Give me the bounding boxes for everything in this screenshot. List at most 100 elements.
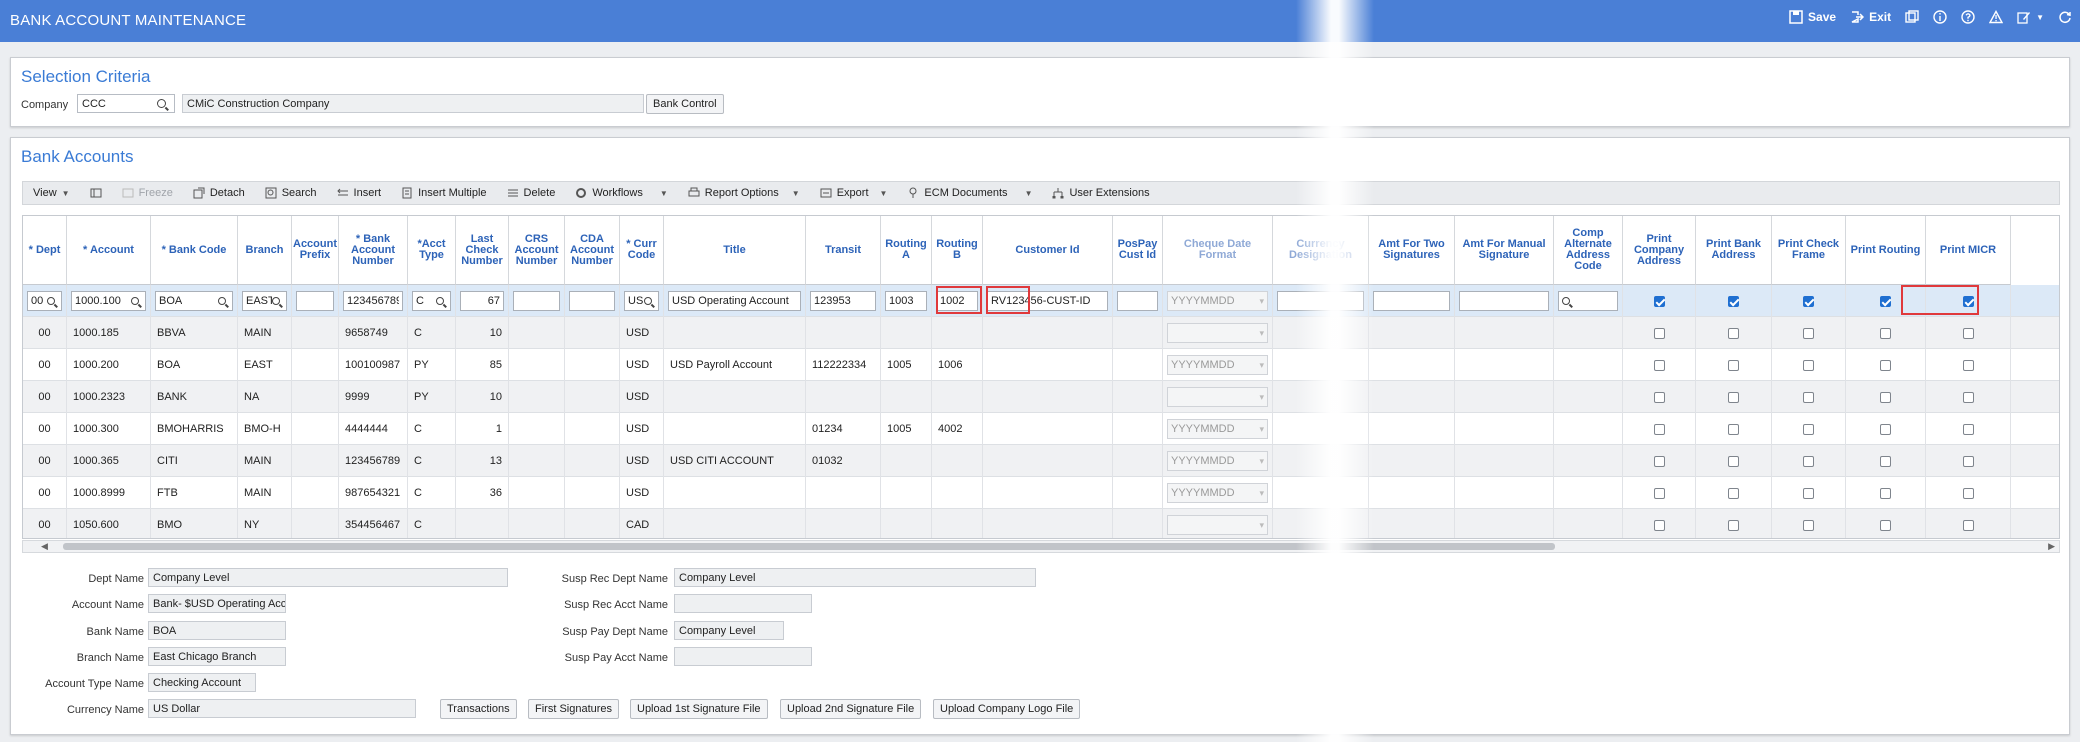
- cell-branch[interactable]: MAIN: [238, 317, 292, 349]
- bank-code-input[interactable]: BOA: [155, 291, 233, 311]
- table-row[interactable]: 00 1000.8999 FTB MAIN 987654321 C 36 USD YYYYMMD…: [23, 477, 2059, 509]
- cell-dept[interactable]: 00: [23, 381, 67, 413]
- cell-bank-account-number[interactable]: 987654321: [339, 477, 408, 509]
- save-button[interactable]: Save: [1789, 10, 1836, 24]
- comp-alt-address-code-input[interactable]: [1558, 291, 1618, 311]
- company-field[interactable]: CCC: [77, 94, 175, 113]
- cell-currency-designation[interactable]: [1273, 349, 1369, 381]
- cell-pospay-cust-id[interactable]: [1113, 285, 1163, 317]
- cell-customer-id[interactable]: [983, 349, 1113, 381]
- cell-print-check-frame[interactable]: [1772, 349, 1846, 381]
- cell-curr-code[interactable]: USD: [620, 349, 664, 381]
- help-icon[interactable]: [1961, 10, 1975, 24]
- cell-transit[interactable]: 112222334: [806, 349, 881, 381]
- print-check-frame-checkbox[interactable]: [1803, 423, 1814, 435]
- cell-amt-two-signatures[interactable]: [1369, 413, 1455, 445]
- cell-comp-alt-address-code[interactable]: [1554, 445, 1623, 477]
- branch-input[interactable]: EAST: [242, 291, 287, 311]
- column-header-cheque-date-format[interactable]: Cheque Date Format: [1163, 216, 1273, 285]
- cell-branch[interactable]: NA: [238, 381, 292, 413]
- cell-transit[interactable]: 01234: [806, 413, 881, 445]
- column-header-comp-alt-address-code[interactable]: Comp Alternate Address Code: [1554, 216, 1623, 285]
- cheque-date-format-select[interactable]: YYYYMMDD ▾: [1167, 451, 1268, 471]
- cell-print-check-frame[interactable]: [1772, 317, 1846, 349]
- cell-curr-code[interactable]: USD: [620, 445, 664, 477]
- column-header-account[interactable]: * Account: [67, 216, 151, 285]
- cell-pospay-cust-id[interactable]: [1113, 509, 1163, 538]
- upload-2nd-signature-button[interactable]: Upload 2nd Signature File: [780, 699, 922, 719]
- cell-print-company-address[interactable]: [1623, 413, 1696, 445]
- routing-a-input[interactable]: 1003: [885, 291, 927, 311]
- cheque-date-format-select[interactable]: YYYYMMDD ▾: [1167, 291, 1268, 311]
- print-check-frame-checkbox[interactable]: [1803, 391, 1814, 403]
- print-bank-address-checkbox[interactable]: [1728, 327, 1739, 339]
- cell-print-bank-address[interactable]: [1696, 349, 1772, 381]
- print-bank-address-checkbox[interactable]: [1728, 455, 1739, 467]
- cell-amt-manual-signature[interactable]: [1455, 445, 1554, 477]
- search-icon[interactable]: [131, 297, 139, 305]
- cell-account-prefix[interactable]: [292, 349, 339, 381]
- cell-print-bank-address[interactable]: [1696, 477, 1772, 509]
- cell-routing-a[interactable]: [881, 445, 932, 477]
- cell-acct-type[interactable]: C: [408, 477, 456, 509]
- print-company-address-checkbox[interactable]: [1653, 295, 1665, 307]
- cell-amt-two-signatures[interactable]: [1369, 285, 1455, 317]
- print-micr-checkbox[interactable]: [1962, 487, 1974, 499]
- cell-print-bank-address[interactable]: [1696, 413, 1772, 445]
- column-header-bank-account-number[interactable]: * Bank Account Number: [339, 216, 408, 285]
- cell-routing-b[interactable]: [932, 509, 983, 538]
- detach-button[interactable]: Detach: [183, 187, 255, 199]
- cell-transit[interactable]: 123953: [806, 285, 881, 317]
- cell-customer-id[interactable]: [983, 381, 1113, 413]
- cell-account[interactable]: 1000.300: [67, 413, 151, 445]
- cell-bank-account-number[interactable]: 9999: [339, 381, 408, 413]
- cell-account[interactable]: 1000.185: [67, 317, 151, 349]
- print-routing-checkbox[interactable]: [1880, 519, 1891, 531]
- cell-transit[interactable]: 01032: [806, 445, 881, 477]
- column-header-routing-a[interactable]: Routing A: [881, 216, 932, 285]
- cell-cda-account-number[interactable]: [565, 477, 620, 509]
- cell-routing-b[interactable]: [932, 445, 983, 477]
- cell-account[interactable]: 1050.600: [67, 509, 151, 538]
- cell-dept[interactable]: 00: [23, 509, 67, 538]
- column-header-customer-id[interactable]: Customer Id: [983, 216, 1113, 285]
- cell-cheque-date-format[interactable]: YYYYMMDD ▾: [1163, 445, 1273, 477]
- search-icon[interactable]: [47, 297, 55, 305]
- cell-last-check-number[interactable]: 10: [456, 317, 509, 349]
- table-row[interactable]: 00 1000.300 BMOHARRIS BMO-H 4444444 C 1 USD 0123…: [23, 413, 2059, 445]
- refresh-icon[interactable]: [2058, 10, 2072, 24]
- cell-cda-account-number[interactable]: [565, 285, 620, 317]
- cell-routing-a[interactable]: [881, 509, 932, 538]
- column-header-title[interactable]: Title: [664, 216, 806, 285]
- cell-comp-alt-address-code[interactable]: [1554, 509, 1623, 538]
- cell-curr-code[interactable]: USD: [620, 317, 664, 349]
- print-check-frame-checkbox[interactable]: [1803, 455, 1814, 467]
- cell-print-routing[interactable]: [1846, 349, 1926, 381]
- cell-print-check-frame[interactable]: [1772, 509, 1846, 538]
- cell-transit[interactable]: [806, 317, 881, 349]
- export-menu[interactable]: Export ▼: [810, 187, 898, 199]
- cell-comp-alt-address-code[interactable]: [1554, 477, 1623, 509]
- print-company-address-checkbox[interactable]: [1653, 423, 1665, 435]
- last-check-number-input[interactable]: 67: [460, 291, 504, 311]
- print-check-frame-checkbox[interactable]: [1803, 487, 1814, 499]
- cell-print-routing[interactable]: [1846, 477, 1926, 509]
- column-header-last-check-number[interactable]: Last Check Number: [456, 216, 509, 285]
- print-micr-checkbox[interactable]: [1962, 391, 1974, 403]
- first-signatures-button[interactable]: First Signatures: [528, 699, 620, 719]
- pospay-cust-id-input[interactable]: [1117, 291, 1158, 311]
- search-button[interactable]: Search: [255, 187, 327, 199]
- column-header-transit[interactable]: Transit: [806, 216, 881, 285]
- cell-acct-type[interactable]: C: [408, 509, 456, 538]
- cell-bank-code[interactable]: BMO: [151, 509, 238, 538]
- crs-account-number-input[interactable]: [513, 291, 560, 311]
- cell-account[interactable]: 1000.2323: [67, 381, 151, 413]
- cell-acct-type[interactable]: C: [408, 285, 456, 317]
- column-header-print-bank-address[interactable]: Print Bank Address: [1696, 216, 1772, 285]
- cell-routing-b[interactable]: [932, 317, 983, 349]
- edit-menu-button[interactable]: ▼: [2017, 10, 2044, 24]
- cell-dept[interactable]: 00: [23, 285, 67, 317]
- print-check-frame-checkbox[interactable]: [1803, 359, 1814, 371]
- scroll-right-icon[interactable]: ▶: [2048, 541, 2055, 552]
- cell-last-check-number[interactable]: [456, 509, 509, 538]
